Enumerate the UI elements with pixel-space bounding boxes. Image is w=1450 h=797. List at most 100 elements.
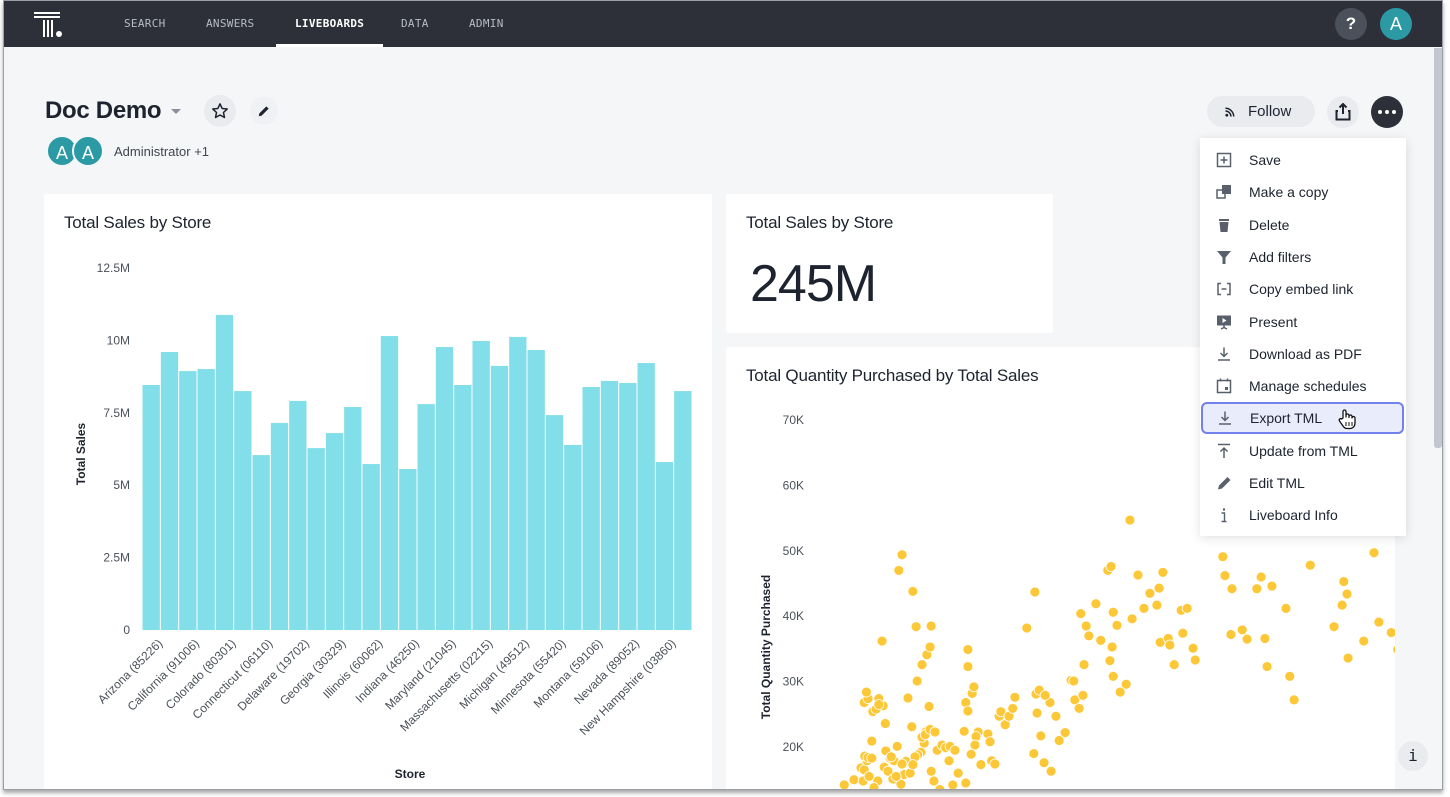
scatter-point[interactable] [1007,703,1019,714]
bar[interactable] [142,384,160,630]
scatter-point[interactable] [928,775,940,787]
bar[interactable] [362,464,380,630]
scatter-point[interactable] [1236,624,1248,636]
bar[interactable] [435,347,454,630]
scatter-point[interactable] [906,721,918,733]
scatter-point[interactable] [925,620,937,632]
scatter-point[interactable] [952,767,964,779]
scatter-point[interactable] [1038,757,1050,769]
bar[interactable] [234,391,252,630]
bar[interactable] [600,380,619,630]
scatter-point[interactable] [866,735,878,747]
bar[interactable] [674,391,692,630]
scatter-point[interactable] [1095,634,1107,646]
scatter-point[interactable] [958,725,970,737]
menu-item-delete[interactable]: Delete [1200,209,1406,241]
scatter-point[interactable] [1338,576,1350,587]
scatter-point[interactable] [1078,659,1090,670]
menu-item-make-a-copy[interactable]: Make a copy [1200,176,1406,208]
bar[interactable] [472,340,490,630]
scatter-point[interactable] [969,739,981,751]
scatter-point[interactable] [924,641,936,653]
scatter-point[interactable] [1280,602,1292,614]
scatter-point[interactable] [1358,635,1370,647]
scatter-point[interactable] [1255,571,1267,583]
scatter-point[interactable] [984,736,996,748]
scatter-point[interactable] [1328,621,1340,633]
scatter-point[interactable] [1120,678,1132,690]
scatter-point[interactable] [896,549,908,561]
menu-item-liveboard-info[interactable]: Liveboard Info [1200,499,1406,531]
scatter-point[interactable] [1077,689,1089,701]
scatter-point[interactable] [1392,644,1395,655]
scatter-point[interactable] [1341,588,1353,600]
scatter-point[interactable] [1261,661,1273,672]
follow-button[interactable]: Follow [1207,96,1315,127]
scatter-point[interactable] [1124,514,1136,526]
bar[interactable] [380,336,399,630]
scatter-point[interactable] [1181,602,1193,614]
scatter-point[interactable] [1226,583,1238,595]
bar[interactable] [307,448,325,630]
scatter-point[interactable] [1251,583,1263,595]
owners-label[interactable]: Administrator +1 [114,144,209,159]
scatter-point[interactable] [923,701,935,712]
scatter-point[interactable] [868,782,880,790]
bar[interactable] [344,407,362,630]
scatter-point[interactable] [1177,627,1189,639]
scatter-point[interactable] [896,758,908,770]
scatter-point[interactable] [1241,633,1253,645]
scatter-point[interactable] [860,686,872,698]
bar[interactable] [252,455,270,630]
share-button[interactable] [1327,96,1359,128]
scatter-point[interactable] [848,774,860,786]
scatter-point[interactable] [879,718,891,729]
scatter-point[interactable] [838,779,850,790]
scatter-point[interactable] [1050,710,1062,722]
scatter-point[interactable] [1075,608,1087,619]
scatter-point[interactable] [1189,654,1201,666]
scatter-point[interactable] [1168,659,1180,670]
user-avatar[interactable]: A [1380,8,1412,40]
scatter-point[interactable] [1028,748,1040,759]
scatter-point[interactable] [975,759,987,771]
scatter-point[interactable] [916,659,928,670]
scatter-point[interactable] [1284,670,1296,682]
nav-answers[interactable]: ANSWERS [206,1,254,47]
scatter-point[interactable] [910,621,922,633]
scatter-point[interactable] [1080,620,1092,632]
scatter-point[interactable] [1385,627,1395,638]
page-scrollbar[interactable] [1434,48,1442,448]
nav-liveboards[interactable]: LIVEBOARDS [275,1,384,47]
scatter-point[interactable] [1083,630,1095,642]
scatter-point[interactable] [1217,551,1229,563]
scatter-point[interactable] [893,565,905,576]
menu-item-save[interactable]: Save [1200,144,1406,176]
scatter-point[interactable] [1187,642,1199,654]
scatter-point[interactable] [1164,639,1176,651]
scatter-point[interactable] [1029,586,1041,598]
bar[interactable] [325,433,344,630]
help-button[interactable]: ? [1335,8,1367,40]
scatter-point[interactable] [1157,566,1169,578]
bar[interactable] [160,351,179,630]
menu-item-edit-tml[interactable]: Edit TML [1200,467,1406,499]
scatter-point[interactable] [962,644,974,655]
scatter-point[interactable] [1073,703,1085,714]
scatter-point[interactable] [1126,613,1138,625]
bar[interactable] [179,371,197,630]
title-dropdown-icon[interactable] [171,109,181,114]
scatter-point[interactable] [1144,587,1156,599]
scatter-point[interactable] [925,765,937,777]
scatter-point[interactable] [1068,675,1080,687]
scatter-point[interactable] [1045,765,1057,777]
scatter-point[interactable] [1151,599,1163,611]
scatter-point[interactable] [968,681,980,693]
scatter-point[interactable] [1368,547,1380,559]
scatter-point[interactable] [1153,582,1165,594]
bar[interactable] [582,387,600,630]
scatter-point[interactable] [907,759,919,771]
scatter-point[interactable] [911,675,923,687]
info-button[interactable]: i [1398,741,1428,771]
scatter-point[interactable] [943,755,955,767]
